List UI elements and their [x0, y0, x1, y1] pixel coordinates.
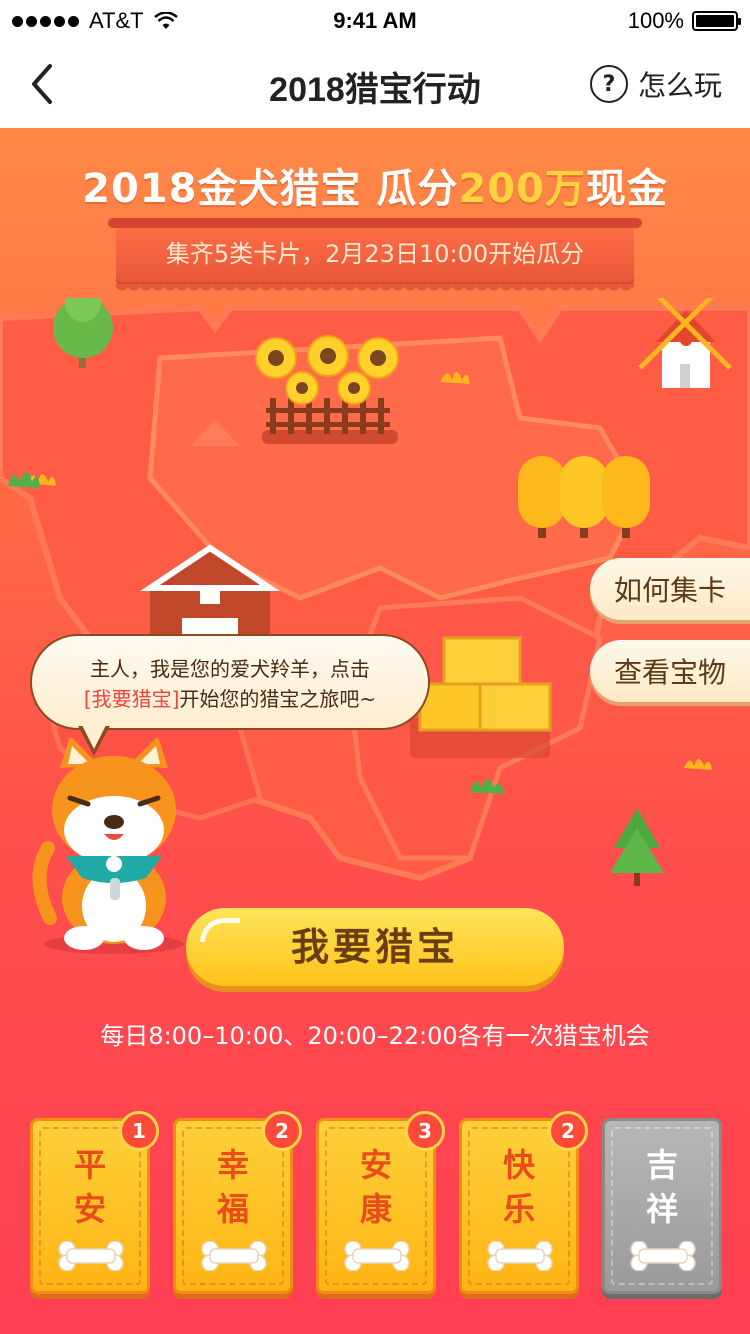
bubble-line2: [我要猎宝]开始您的猎宝之旅吧~ [32, 684, 428, 714]
headline-highlight: 200万 [458, 166, 586, 212]
bone-icon [200, 1240, 268, 1272]
bone-icon [629, 1240, 697, 1272]
start-hunt-button[interactable]: 我要猎宝 [186, 908, 564, 986]
card-5[interactable]: 吉祥 [602, 1118, 722, 1294]
card-label: 幸福 [176, 1143, 290, 1231]
card-2[interactable]: 幸福2 [173, 1111, 302, 1294]
schedule-text: 每日8:00–10:00、20:00–22:00各有一次猎宝机会 [100, 1022, 650, 1050]
ribbon-banner: 集齐5类卡片，2月23日10:00开始瓜分 [108, 218, 642, 294]
card-label: 平安 [33, 1143, 147, 1231]
bone-icon [486, 1240, 554, 1272]
battery-icon [692, 11, 741, 31]
headline-part1: 2018金犬猎宝 瓜分 [82, 166, 459, 212]
status-bar: AT&T 9:41 AM 100% [0, 0, 750, 40]
pine-tree-icon [610, 808, 664, 886]
card-label-line2: 祥 [645, 1190, 678, 1228]
card-label-line2: 安 [73, 1190, 106, 1228]
card-label-line2: 乐 [502, 1190, 535, 1228]
shiba-dog-mascot [32, 738, 184, 954]
card-label-line2: 福 [216, 1190, 249, 1228]
status-right: 100% [627, 8, 741, 34]
card-3[interactable]: 安康3 [316, 1111, 445, 1294]
card-count-badge: 2 [262, 1111, 302, 1151]
speech-bubble: 主人，我是您的爱犬羚羊，点击 [我要猎宝]开始您的猎宝之旅吧~ [30, 634, 430, 730]
card-label-line1: 安 [359, 1146, 392, 1184]
bubble-line1: 主人，我是您的爱犬羚羊，点击 [90, 657, 370, 681]
card-label-line2: 康 [359, 1190, 392, 1228]
nav-bar: 2018猎宝行动 ? 怎么玩 [0, 40, 750, 128]
card-label-line1: 吉 [645, 1146, 678, 1184]
bone-icon [57, 1240, 125, 1272]
card-label-line1: 快 [502, 1146, 535, 1184]
bubble-line2-text: 开始您的猎宝之旅吧~ [179, 687, 377, 711]
start-hunt-label: 我要猎宝 [290, 925, 459, 969]
card-label-line1: 幸 [216, 1146, 249, 1184]
autumn-trees-icon [518, 456, 650, 538]
bubble-link: [我要猎宝] [83, 687, 180, 711]
how-to-collect-button[interactable]: 如何集卡 [590, 558, 750, 620]
how-to-play-button[interactable]: ? 怎么玩 [589, 64, 722, 104]
card-label: 安康 [319, 1143, 433, 1231]
view-treasure-button[interactable]: 查看宝物 [590, 640, 750, 702]
card-count-badge: 1 [119, 1111, 159, 1151]
bone-icon [343, 1240, 411, 1272]
headline: 2018金犬猎宝 瓜分200万现金 [0, 156, 750, 214]
question-icon: ? [589, 65, 628, 103]
card-count-badge: 2 [548, 1111, 588, 1151]
how-to-play-label: 怎么玩 [637, 69, 722, 102]
card-label: 吉祥 [605, 1143, 719, 1231]
card-1[interactable]: 平安1 [30, 1111, 159, 1294]
cta-shine [200, 918, 240, 942]
card-count-badge: 3 [405, 1111, 445, 1151]
card-label: 快乐 [462, 1143, 576, 1231]
card-label-line1: 平 [73, 1146, 106, 1184]
battery-label: 100% [627, 8, 684, 33]
card-4[interactable]: 快乐2 [459, 1111, 588, 1294]
headline-part2: 现金 [585, 166, 668, 212]
main-content: 2018金犬猎宝 瓜分200万现金 集齐5类卡片，2月23日10:00开始瓜分 [0, 128, 750, 1334]
card-collection: 平安1幸福2安康3快乐2吉祥 [30, 1111, 730, 1298]
